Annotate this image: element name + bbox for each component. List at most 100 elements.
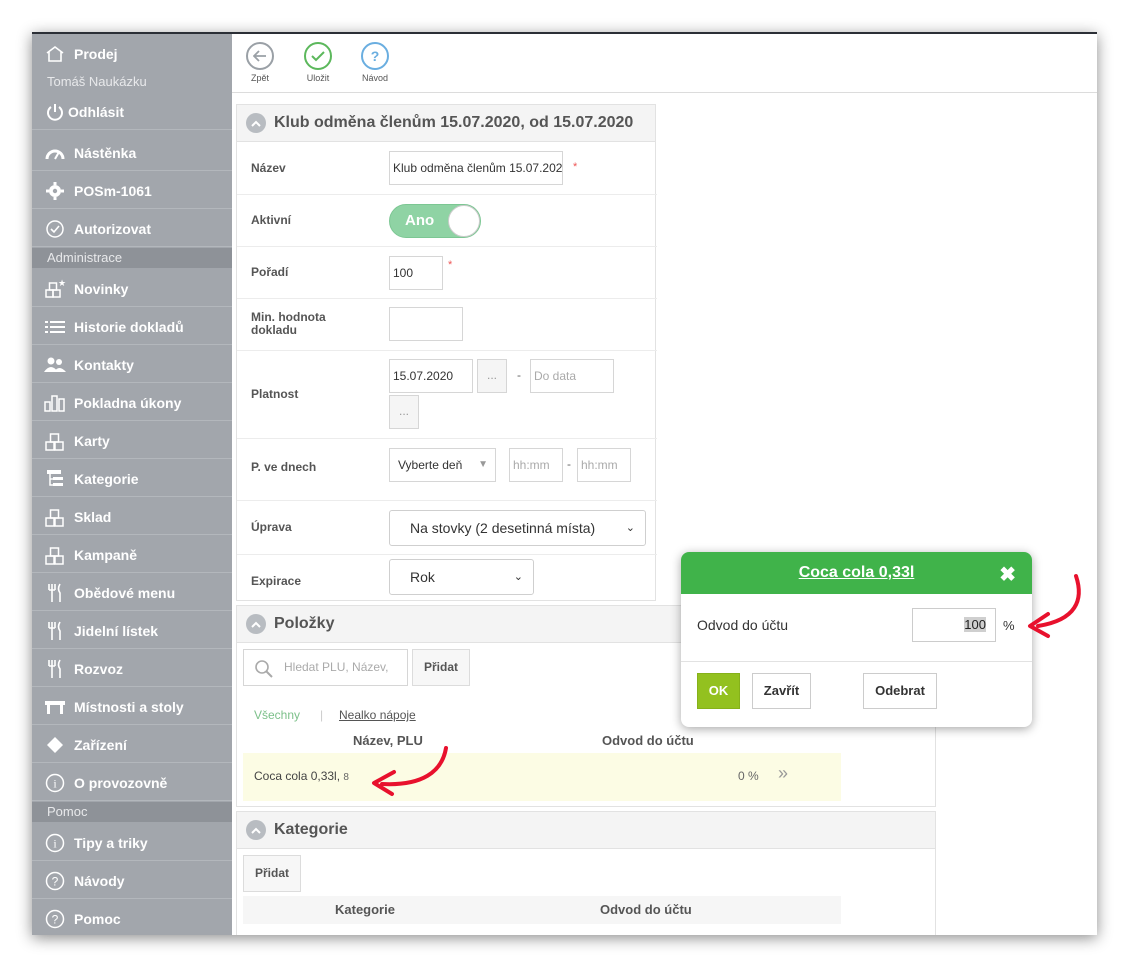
sidebar-item-rozvoz[interactable]: Rozvoz bbox=[32, 651, 232, 687]
cutlery-icon bbox=[44, 582, 66, 604]
add-item-button[interactable]: Přidat bbox=[412, 649, 470, 686]
power-icon bbox=[44, 101, 66, 123]
expiry-select[interactable]: Rok ⌄ bbox=[389, 559, 534, 595]
table-icon bbox=[44, 696, 66, 718]
sidebar-item-pomoc[interactable]: ? Pomoc bbox=[32, 901, 232, 935]
bars-icon bbox=[44, 392, 66, 414]
app-window: Prodej Tomáš Naukázku Odhlásit Nástěnka … bbox=[32, 32, 1097, 935]
search-icon bbox=[254, 658, 274, 685]
dialog-title[interactable]: Coca cola 0,33l bbox=[799, 564, 915, 582]
sidebar-item-navody[interactable]: ? Návody bbox=[32, 863, 232, 899]
date-to-picker-button[interactable]: ... bbox=[389, 395, 419, 429]
order-input[interactable]: 100 bbox=[389, 256, 443, 290]
sidebar-item-posm[interactable]: POSm-1061 bbox=[32, 173, 232, 209]
row-validity: Platnost 15.07.2020 ... - Do data ... bbox=[237, 351, 657, 439]
time-from-input[interactable]: hh:mm bbox=[509, 448, 563, 482]
users-icon bbox=[44, 354, 66, 376]
search-input[interactable]: Hledat PLU, Název, bbox=[243, 649, 408, 686]
sidebar-item-kategorie[interactable]: Kategorie bbox=[32, 461, 232, 497]
sidebar: Prodej Tomáš Naukázku Odhlásit Nástěnka … bbox=[32, 34, 232, 935]
collapse-icon[interactable] bbox=[246, 113, 266, 133]
tree-icon bbox=[44, 468, 66, 490]
question-icon: ? bbox=[44, 870, 66, 892]
question-icon: ? bbox=[361, 42, 389, 70]
sidebar-item-historie[interactable]: Historie dokladů bbox=[32, 309, 232, 345]
date-from-input[interactable]: 15.07.2020 bbox=[389, 359, 473, 393]
sidebar-item-mistnosti[interactable]: Místnosti a stoly bbox=[32, 689, 232, 725]
adjust-select[interactable]: Na stovky (2 desetinná místa) ⌄ bbox=[389, 510, 646, 546]
col-contrib-header: Odvod do účtu bbox=[602, 733, 694, 748]
sidebar-item-novinky[interactable]: ★ Novinky bbox=[32, 271, 232, 307]
row-item-plu: 8 bbox=[343, 772, 349, 783]
save-button[interactable]: Uložit bbox=[298, 42, 338, 83]
date-to-input[interactable]: Do data bbox=[530, 359, 614, 393]
sidebar-item-karty[interactable]: Karty bbox=[32, 423, 232, 459]
cutlery-icon bbox=[44, 658, 66, 680]
remove-button[interactable]: Odebrat bbox=[863, 673, 937, 709]
section-pomoc: Pomoc bbox=[32, 802, 232, 822]
table-row[interactable]: Coca cola 0,33l, 8 0 % » bbox=[243, 753, 841, 801]
check-circle-icon bbox=[44, 218, 66, 240]
name-input[interactable]: Klub odměna členům 15.07.2020 bbox=[389, 151, 563, 185]
svg-text:?: ? bbox=[52, 874, 59, 888]
filter-nealko[interactable]: Nealko nápoje bbox=[339, 708, 416, 722]
arrow-left-icon bbox=[246, 42, 274, 70]
ok-button[interactable]: OK bbox=[697, 673, 740, 709]
days-select[interactable]: Vyberte deň ▼ bbox=[389, 448, 496, 482]
dashboard-icon bbox=[44, 142, 66, 164]
user-name: Tomáš Naukázku bbox=[32, 72, 232, 92]
gear-icon bbox=[44, 180, 66, 202]
section-administrace: Administrace bbox=[32, 248, 232, 268]
cutlery-icon bbox=[44, 620, 66, 642]
min-value-input[interactable] bbox=[389, 307, 463, 341]
back-button[interactable]: Zpět bbox=[240, 42, 280, 83]
row-expiry: Expirace Rok ⌄ bbox=[237, 555, 657, 601]
info-icon: i bbox=[44, 772, 66, 794]
collapse-icon[interactable] bbox=[246, 820, 266, 840]
contribution-input[interactable]: 100 bbox=[912, 608, 996, 642]
sidebar-item-zarizeni[interactable]: Zařízení bbox=[32, 727, 232, 763]
blocks-icon bbox=[44, 544, 66, 566]
campaign-title: Klub odměna členům 15.07.2020, od 15.07.… bbox=[274, 114, 634, 131]
sidebar-item-tipy[interactable]: i Tipy a triky bbox=[32, 825, 232, 861]
sidebar-item-kontakty[interactable]: Kontakty bbox=[32, 347, 232, 383]
cancel-button[interactable]: Zavřít bbox=[752, 673, 811, 709]
row-name: Název Klub odměna členům 15.07.2020 * bbox=[237, 143, 657, 195]
arrow-annotation-icon bbox=[372, 746, 448, 796]
toolbar: Zpět Uložit ? Návod bbox=[232, 34, 1097, 93]
date-from-picker-button[interactable]: ... bbox=[477, 359, 507, 393]
row-item-name: Coca cola 0,33l, bbox=[254, 769, 341, 783]
sidebar-item-prodej[interactable]: Prodej bbox=[32, 36, 232, 72]
sidebar-item-o-provozovne[interactable]: i O provozovně bbox=[32, 765, 232, 801]
row-days: P. ve dnech Vyberte deň ▼ hh:mm - hh:mm bbox=[237, 439, 657, 501]
time-to-input[interactable]: hh:mm bbox=[577, 448, 631, 482]
help-button[interactable]: ? Návod bbox=[355, 42, 395, 83]
arrow-annotation-icon bbox=[1028, 574, 1081, 638]
sidebar-item-kampane[interactable]: Kampaně bbox=[32, 537, 232, 573]
active-toggle[interactable]: Ano bbox=[389, 204, 481, 238]
categories-panel-header: Kategorie bbox=[237, 812, 935, 849]
collapse-icon[interactable] bbox=[246, 614, 266, 634]
filter-all[interactable]: Všechny bbox=[254, 708, 300, 722]
blocks-star-icon: ★ bbox=[44, 278, 66, 300]
sidebar-item-autorizovat[interactable]: Autorizovat bbox=[32, 211, 232, 247]
row-min-value: Min. hodnota dokladu bbox=[237, 299, 657, 351]
sidebar-item-logout[interactable]: Odhlásit bbox=[32, 94, 232, 130]
campaign-panel-header: Klub odměna členům 15.07.2020, od 15.07.… bbox=[237, 105, 655, 142]
row-detail-button[interactable]: » bbox=[778, 763, 788, 784]
categories-table-header: Kategorie Odvod do účtu bbox=[243, 896, 841, 924]
sidebar-item-obedove-menu[interactable]: Obědové menu bbox=[32, 575, 232, 611]
sidebar-item-jidelni-listek[interactable]: Jidelní lístek bbox=[32, 613, 232, 649]
row-adjust: Úprava Na stovky (2 desetinná místa) ⌄ bbox=[237, 501, 657, 555]
blocks-icon bbox=[44, 430, 66, 452]
row-order: Pořadí 100 * bbox=[237, 247, 657, 299]
sidebar-item-sklad[interactable]: Sklad bbox=[32, 499, 232, 535]
item-dialog: Coca cola 0,33l ✖ Odvod do účtu 100 % OK… bbox=[681, 552, 1032, 727]
home-icon bbox=[44, 43, 66, 65]
svg-text:i: i bbox=[53, 836, 57, 850]
sidebar-item-nastenka[interactable]: Nástěnka bbox=[32, 135, 232, 171]
add-category-button[interactable]: Přidat bbox=[243, 855, 301, 892]
sidebar-item-pokladna[interactable]: Pokladna úkony bbox=[32, 385, 232, 421]
chevron-down-icon: ⌄ bbox=[625, 522, 635, 534]
svg-text:★: ★ bbox=[58, 278, 66, 288]
